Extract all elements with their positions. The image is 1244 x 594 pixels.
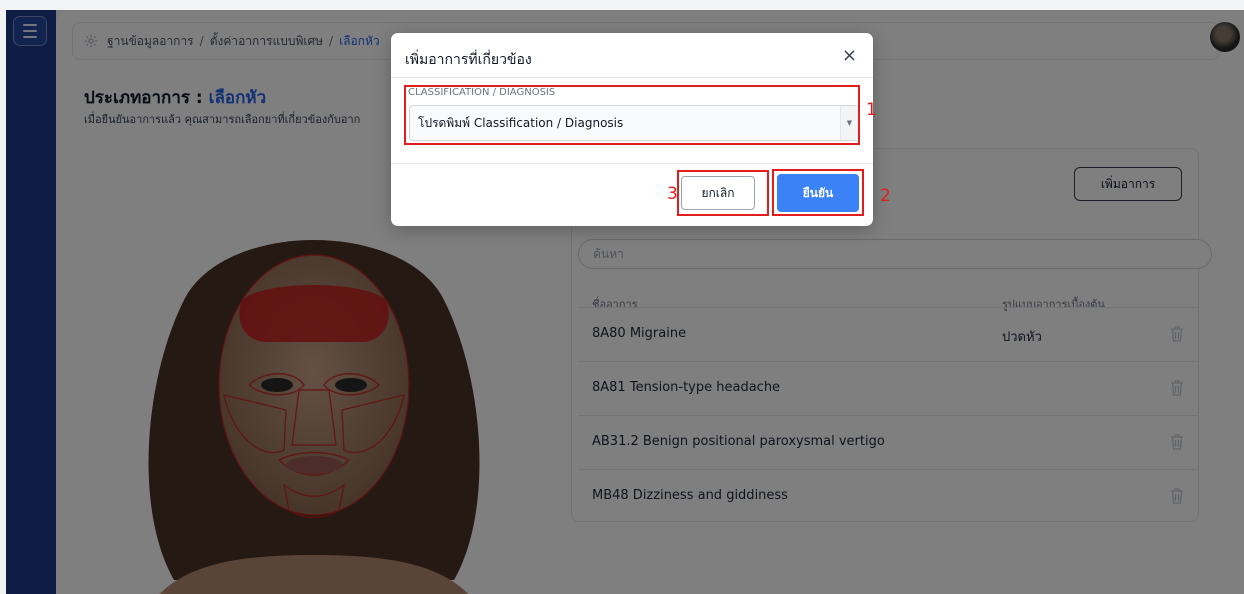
annotation-number-3: 3 xyxy=(667,184,678,204)
dialog-divider xyxy=(391,163,873,164)
annotation-box-1 xyxy=(404,85,860,145)
dialog-divider xyxy=(391,77,873,78)
screen: ฐานข้อมูลอาการ / ตั้งค่าอาการแบบพิเศษ / … xyxy=(0,0,1244,594)
annotation-number-1: 1 xyxy=(866,100,877,120)
annotation-box-2 xyxy=(772,169,864,216)
dialog-title: เพิ่มอาการที่เกี่ยวข้อง xyxy=(405,52,532,68)
close-icon[interactable]: × xyxy=(842,45,857,66)
annotation-number-2: 2 xyxy=(880,186,891,206)
annotation-box-3 xyxy=(677,170,769,216)
